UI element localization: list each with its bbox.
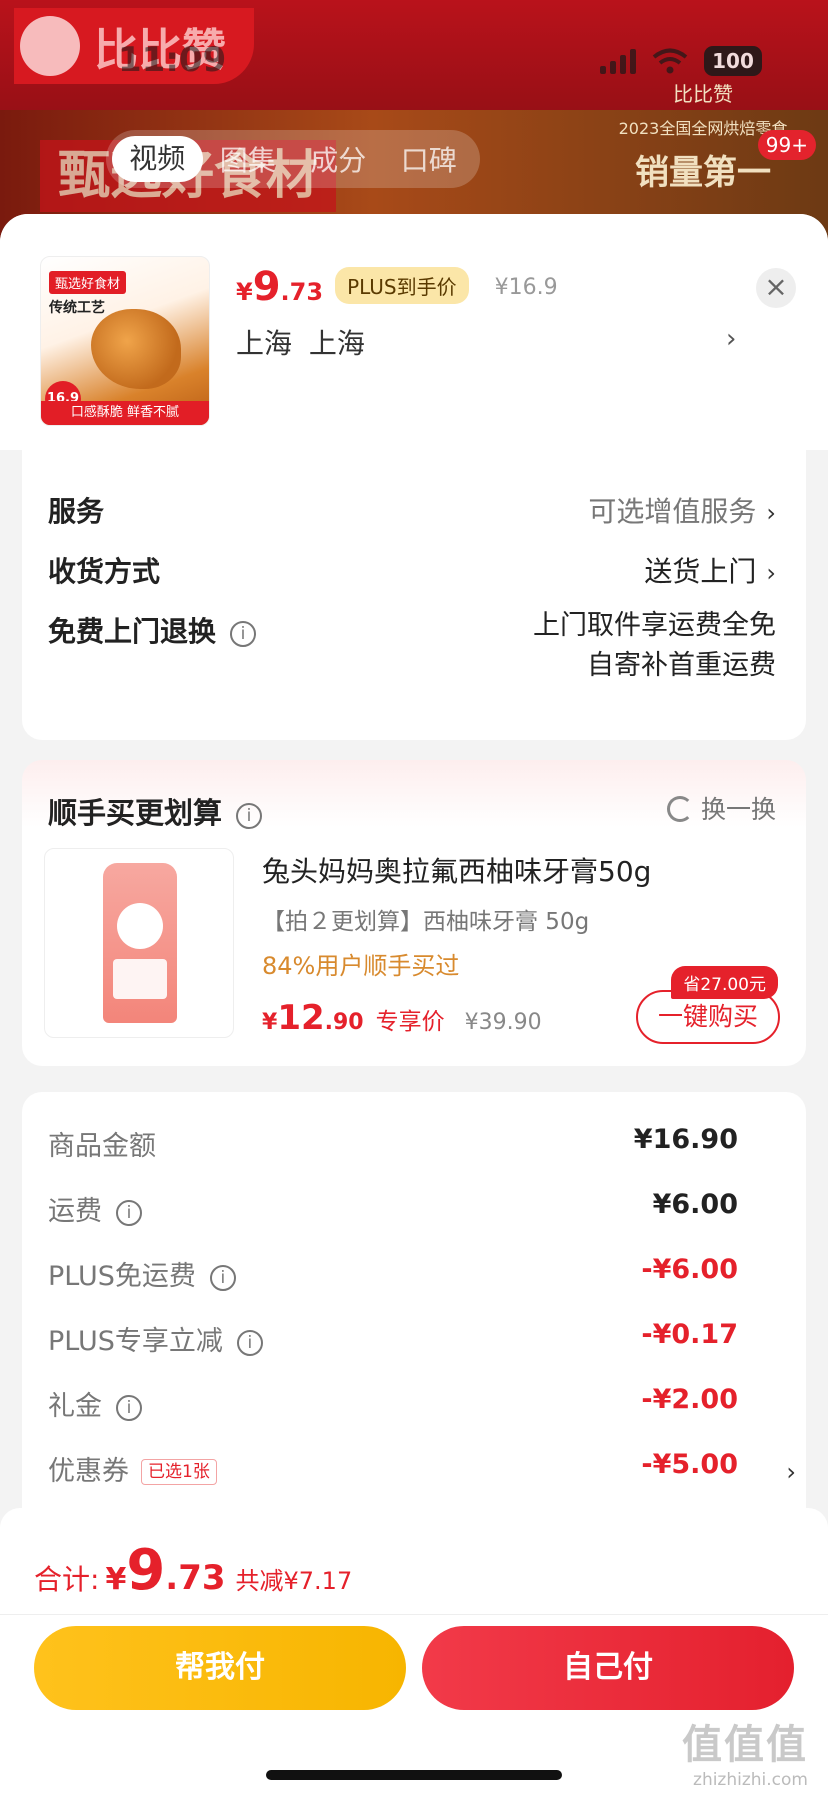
status-time: 11:09	[118, 40, 227, 80]
addon-price: ¥ 12 .90 专享价 ¥39.90	[262, 998, 542, 1038]
coupon-tag: 已选1张	[141, 1459, 217, 1485]
total-amount: 合计: ¥ 9 .73 共减¥7.17	[34, 1538, 352, 1603]
chevron-right-icon[interactable]: ›	[726, 324, 736, 354]
cart-count-badge: 99+	[757, 130, 816, 160]
addon-original-price: ¥39.90	[464, 1010, 542, 1035]
img-craft: 传统工艺	[49, 300, 105, 316]
delivery-row[interactable]: 收货方式 送货上门 ›	[48, 550, 776, 590]
refresh-icon	[666, 796, 693, 822]
return-detail: 上门取件享运费全免 自寄补首重运费	[533, 606, 776, 686]
plus-price-tag: PLUS到手价	[335, 267, 469, 304]
fee-label: 优惠券	[48, 1456, 129, 1487]
fee-value: -¥6.00	[641, 1254, 738, 1285]
addon-price-symbol: ¥	[262, 1010, 278, 1035]
help-me-pay-button[interactable]: 帮我付	[34, 1626, 406, 1710]
watermark-main: 值值值	[682, 1722, 808, 1768]
watermark: 值值值 zhizhizhi.com	[682, 1712, 808, 1790]
total-dec: .73	[165, 1558, 226, 1598]
img-tag: 甄选好食材	[49, 271, 127, 294]
delivery-value: 送货上门	[644, 555, 757, 588]
award-brand: 比比赞	[673, 82, 733, 106]
fee-label: PLUS专享立减	[48, 1326, 223, 1357]
addon-price-tag: 专享价	[375, 1009, 445, 1035]
toothpaste-picture	[103, 863, 177, 1023]
swap-label: 换一换	[700, 795, 776, 824]
total-symbol: ¥	[105, 1562, 127, 1597]
original-price: ¥16.9	[494, 275, 558, 300]
service-value: 可选增值服务	[588, 495, 757, 528]
info-icon[interactable]: i	[116, 1395, 142, 1421]
price-dec: .73	[280, 278, 324, 306]
background-product-page: 甄选好食材 比比赞 11:09 100 视频 图集 成分 口碑 比比赞 2023…	[0, 0, 828, 240]
product-image: 甄选好食材 传统工艺 16.9 口感酥脆 鲜香不腻	[40, 256, 210, 426]
addon-title-text: 顺手买更划算	[48, 796, 223, 830]
save-badge: 省27.00元	[671, 966, 778, 999]
addon-title: 顺手买更划算 i	[48, 790, 263, 832]
chevron-right-icon: ›	[766, 559, 776, 587]
price-int: 9	[252, 264, 281, 310]
watermark-url: zhizhizhi.com	[693, 1770, 808, 1790]
fee-value: -¥5.00	[641, 1449, 738, 1480]
addon-price-int: 12	[277, 998, 325, 1038]
fee-label: 商品金额	[48, 1131, 156, 1162]
chevron-right-icon[interactable]: ›	[786, 1458, 796, 1486]
tab-gallery[interactable]: 图集	[203, 139, 294, 179]
home-indicator[interactable]	[266, 1770, 562, 1780]
img-band: 口感酥脆 鲜香不腻	[41, 401, 209, 425]
fee-label: 运费	[48, 1196, 102, 1227]
pay-myself-button[interactable]: 自己付	[422, 1626, 794, 1710]
info-icon[interactable]: i	[236, 1330, 263, 1356]
total-saved: 共减¥7.17	[235, 1567, 353, 1595]
product-price: ¥ 9 .73 PLUS到手价 ¥16.9	[236, 264, 558, 310]
fee-row: 礼金 i -¥2.00	[48, 1384, 738, 1423]
delivery-label: 收货方式	[48, 555, 161, 588]
media-tabs[interactable]: 视频 图集 成分 口碑	[106, 130, 480, 188]
tab-video[interactable]: 视频	[112, 136, 203, 182]
total-label: 合计:	[34, 1563, 100, 1596]
address[interactable]: 上海 上海	[236, 322, 365, 362]
info-icon[interactable]: i	[236, 803, 263, 829]
fee-row: 商品金额 ¥16.90	[48, 1124, 738, 1163]
close-button[interactable]: ×	[756, 268, 796, 308]
coupon-row[interactable]: 优惠券 已选1张 -¥5.00	[48, 1449, 738, 1488]
info-icon[interactable]: i	[209, 1265, 236, 1291]
chevron-right-icon: ›	[766, 499, 776, 527]
addon-card: 顺手买更划算 i 换一换 兔头妈妈奥拉氟西柚味牙膏50g 【拍２更划算】西柚味牙膏…	[22, 760, 806, 1066]
fee-value: -¥2.00	[641, 1384, 738, 1415]
service-label: 服务	[48, 495, 105, 528]
tab-reviews[interactable]: 口碑	[384, 139, 475, 179]
sheet-header: 甄选好食材 传统工艺 16.9 口感酥脆 鲜香不腻 ¥ 9 .73 PLUS到手…	[0, 214, 828, 450]
divider	[0, 1614, 828, 1615]
return-label: 免费上门退换	[48, 615, 217, 648]
fee-row: PLUS专享立减 i -¥0.17	[48, 1319, 738, 1358]
fee-label: PLUS免运费	[48, 1261, 196, 1292]
checkout-footer: 合计: ¥ 9 .73 共减¥7.17 帮我付 自己付 值值值 zhizhizh…	[0, 1508, 828, 1796]
addon-name[interactable]: 兔头妈妈奥拉氟西柚味牙膏50g	[262, 850, 651, 890]
fee-value: -¥0.17	[641, 1319, 738, 1350]
fee-value: ¥16.90	[633, 1124, 738, 1155]
addon-percent: 84%用户顺手买过	[262, 952, 460, 980]
service-row[interactable]: 服务 可选增值服务 ›	[48, 490, 776, 530]
fees-card: 商品金额 ¥16.90 运费 i ¥6.00 PLUS免运费 i -¥6.00 PL…	[22, 1092, 806, 1512]
fee-row: PLUS免运费 i -¥6.00	[48, 1254, 738, 1293]
return-line2: 自寄补首重运费	[587, 650, 776, 681]
fee-label: 礼金	[48, 1391, 102, 1422]
info-icon[interactable]: i	[230, 621, 257, 647]
snack-picture	[91, 309, 181, 389]
addon-price-dec: .90	[324, 1010, 364, 1035]
info-icon[interactable]: i	[116, 1200, 142, 1226]
price-symbol: ¥	[236, 278, 253, 306]
total-int: 9	[126, 1538, 166, 1603]
addon-product-image[interactable]	[44, 848, 234, 1038]
service-value-wrap: 可选增值服务 ›	[588, 490, 776, 530]
fee-row: 运费 i ¥6.00	[48, 1189, 738, 1228]
return-line1: 上门取件享运费全免	[533, 610, 776, 641]
logo-mark-icon	[20, 16, 80, 76]
services-card: 服务 可选增值服务 › 收货方式 送货上门 › 免费上门退换 i 上门取件享运费全免 …	[22, 450, 806, 740]
swap-button[interactable]: 换一换	[666, 790, 776, 826]
tab-ingredients[interactable]: 成分	[293, 139, 384, 179]
delivery-value-wrap: 送货上门 ›	[644, 550, 776, 590]
addon-sub: 【拍２更划算】西柚味牙膏 50g	[262, 909, 590, 935]
fee-value: ¥6.00	[652, 1189, 738, 1220]
